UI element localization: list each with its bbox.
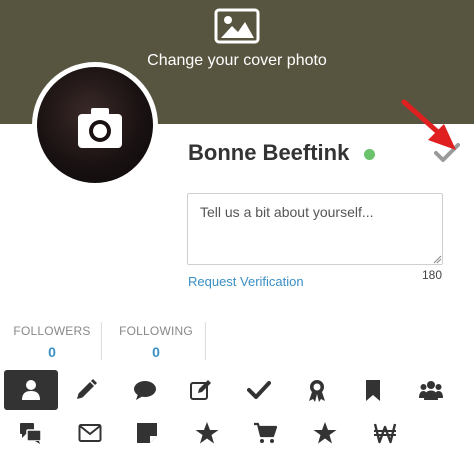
cart-icon [254, 422, 277, 443]
avatar[interactable] [32, 62, 158, 188]
won-sign-icon [373, 423, 397, 444]
award-icon [309, 380, 325, 402]
profile-name: Bonne Beeftink [188, 140, 350, 165]
tab-mail[interactable] [63, 413, 117, 453]
tab-messages[interactable] [4, 413, 58, 453]
tab-badges[interactable] [290, 370, 344, 410]
camera-icon [78, 108, 122, 148]
char-counter: 180 [421, 268, 442, 282]
following-stat[interactable]: FOLLOWING 0 [112, 324, 200, 360]
tab-payments[interactable] [358, 413, 412, 453]
about-textarea[interactable] [187, 193, 443, 265]
resize-grip-icon[interactable] [432, 254, 442, 264]
star-icon [313, 422, 337, 444]
tab-profile[interactable] [4, 370, 58, 410]
tab-posts[interactable] [59, 370, 113, 410]
followers-stat[interactable]: FOLLOWERS 0 [10, 324, 94, 360]
request-verification-link[interactable]: Request Verification [188, 274, 304, 289]
stat-divider [101, 322, 102, 360]
tab-bookmarks[interactable] [346, 370, 400, 410]
checkmark-icon[interactable] [434, 142, 460, 164]
tab-comments[interactable] [118, 370, 172, 410]
tab-favorites[interactable] [180, 413, 234, 453]
star-icon [195, 422, 219, 444]
followers-count: 0 [48, 344, 56, 360]
following-count: 0 [152, 344, 160, 360]
tab-notes[interactable] [120, 413, 174, 453]
check-icon [247, 381, 271, 399]
sticky-note-icon [137, 423, 157, 443]
following-label: FOLLOWING [119, 324, 193, 338]
pencil-icon [77, 379, 97, 399]
bookmark-icon [366, 380, 380, 401]
tab-ratings[interactable] [298, 413, 352, 453]
comments-icon [20, 423, 42, 444]
tab-groups[interactable] [404, 370, 458, 410]
comment-icon [134, 381, 156, 400]
stat-divider [205, 322, 206, 360]
tab-verified[interactable] [232, 370, 286, 410]
edit-icon [190, 380, 211, 400]
user-icon [22, 380, 40, 400]
image-icon [214, 8, 260, 44]
online-status-dot [364, 149, 375, 160]
envelope-icon [78, 424, 102, 442]
avatar-image [37, 67, 153, 183]
tab-edits[interactable] [174, 370, 228, 410]
users-icon [419, 381, 443, 400]
followers-label: FOLLOWERS [13, 324, 91, 338]
tab-cart[interactable] [238, 413, 292, 453]
